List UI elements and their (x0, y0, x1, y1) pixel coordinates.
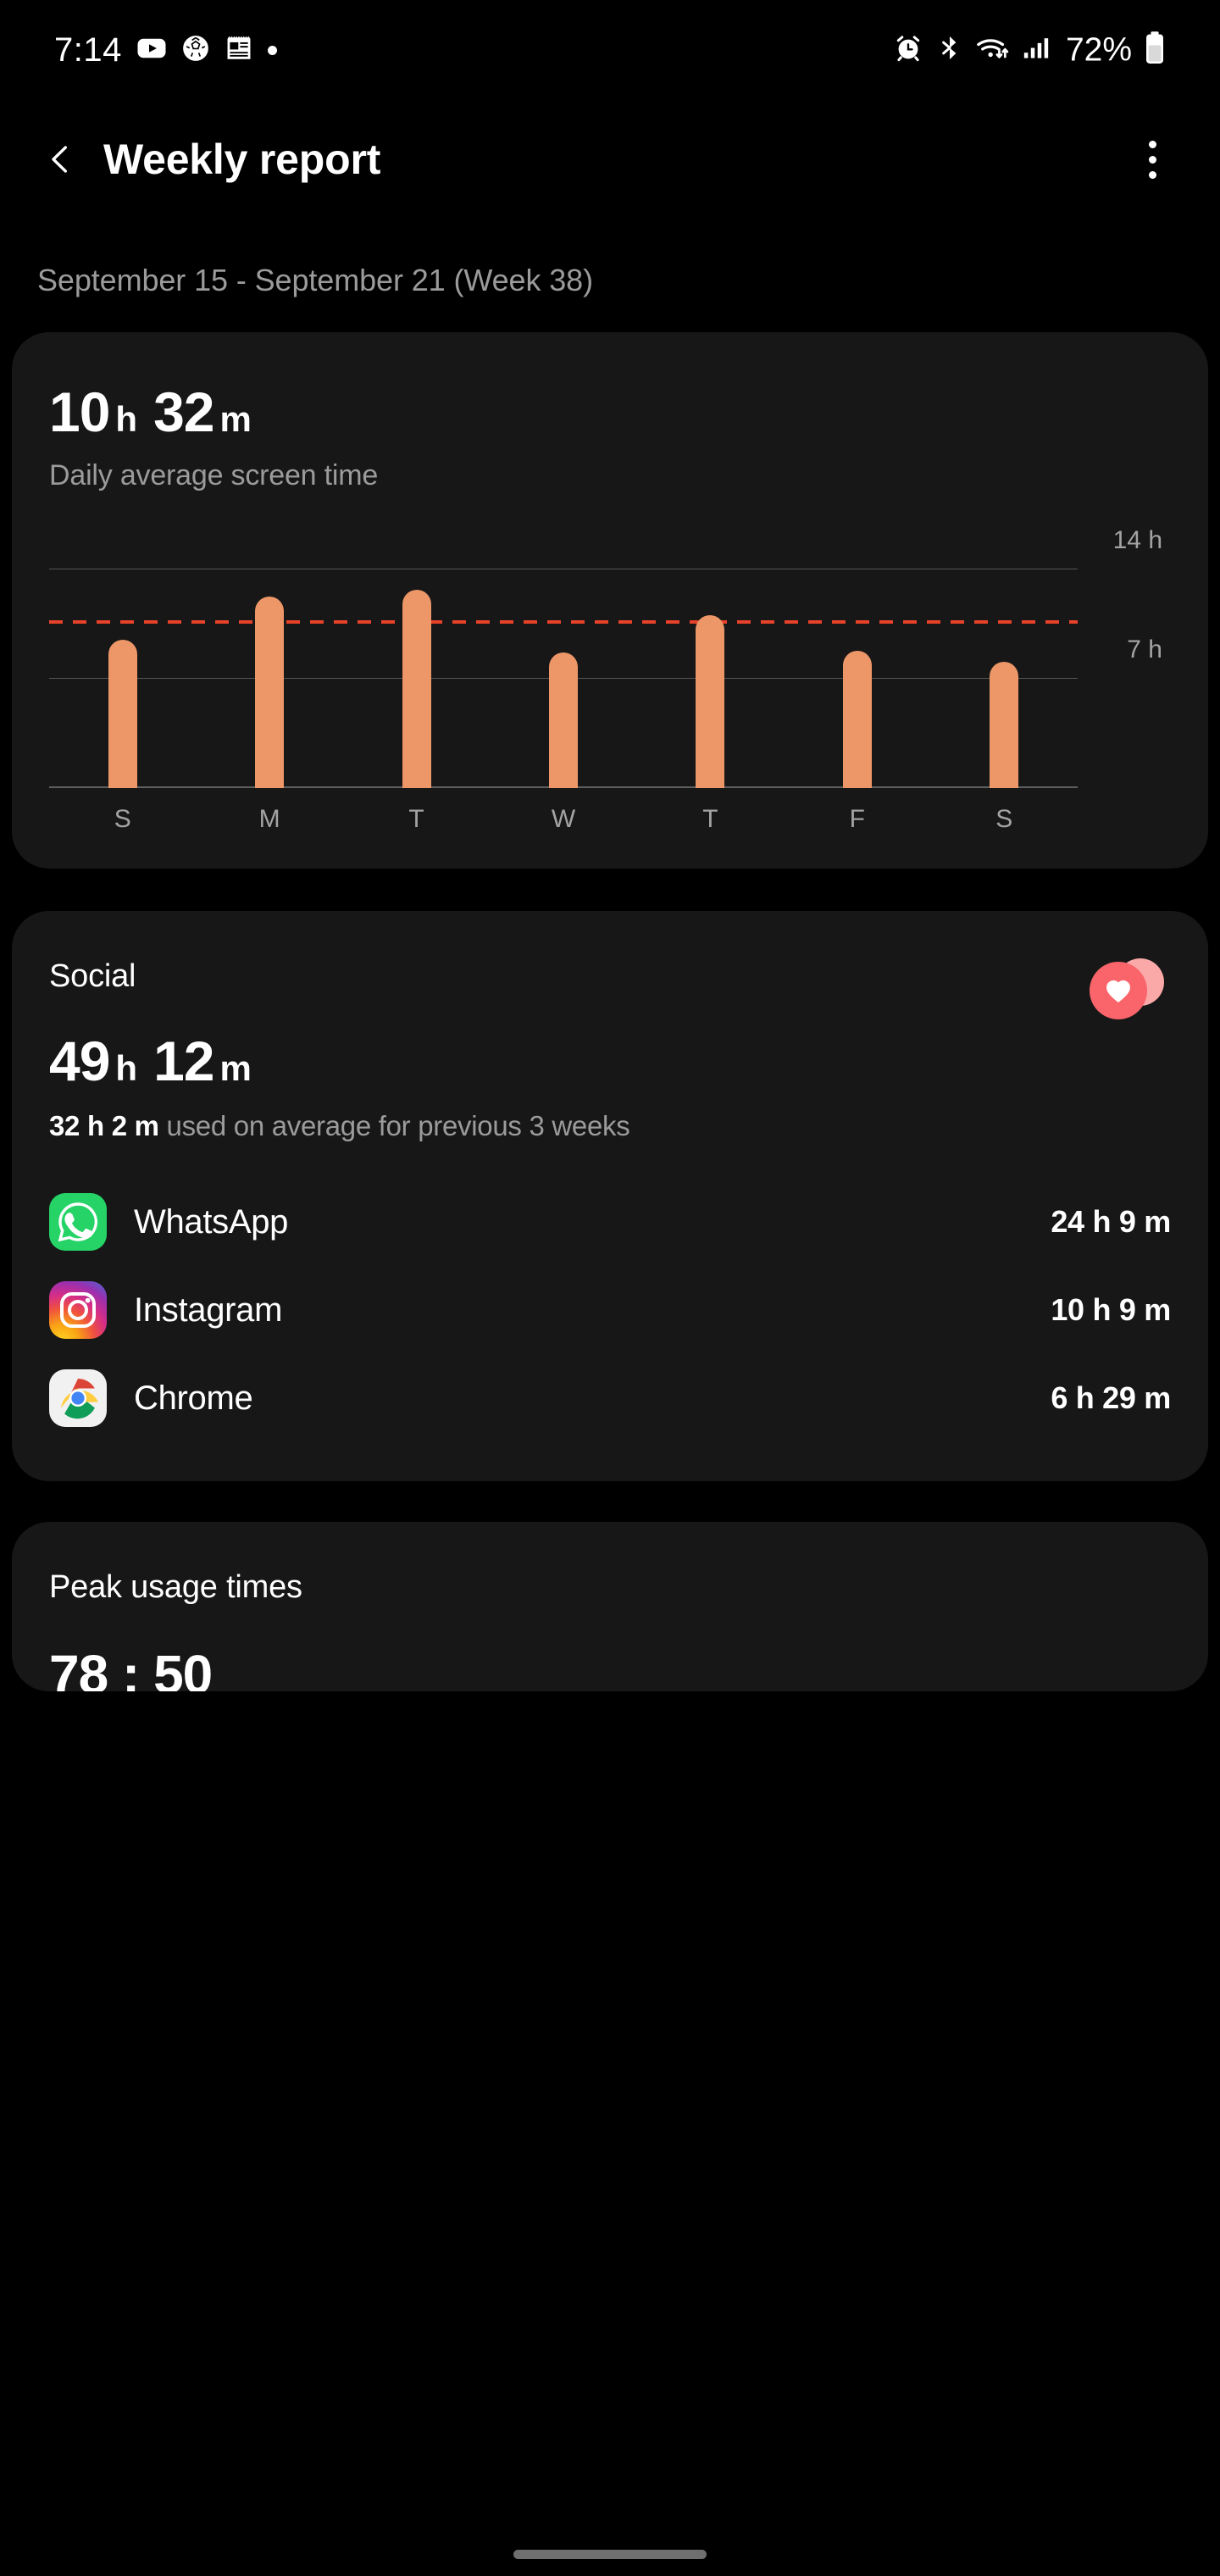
app-usage-row[interactable]: Chrome 6 h 29 m (12, 1354, 1208, 1442)
chart-bar-slot[interactable] (931, 545, 1078, 788)
chart-x-label: W (490, 805, 636, 834)
back-button[interactable] (34, 132, 88, 186)
daily-average-minutes: 32 (153, 380, 214, 444)
chart-x-label: T (343, 805, 490, 834)
news-icon (225, 34, 253, 67)
chart-bar[interactable] (402, 590, 431, 788)
social-category-title: Social (49, 958, 1171, 995)
social-hours-unit: h (115, 1048, 137, 1089)
football-icon (181, 34, 210, 67)
social-minutes: 12 (153, 1029, 214, 1093)
chart-bar-slot[interactable] (49, 545, 196, 788)
chart-x-axis-labels: SMTWTFS (49, 805, 1078, 834)
app-usage-row[interactable]: WhatsApp 24 h 9 m (12, 1178, 1208, 1266)
chart-bar[interactable] (549, 652, 578, 788)
social-hours: 49 (49, 1029, 109, 1093)
daily-average-metric: 10 h 32 m (49, 380, 1171, 444)
weekly-usage-chart[interactable]: 7 h14 h SMTWTFS (49, 545, 1171, 833)
chevron-left-icon (44, 142, 78, 176)
battery-percent: 72% (1066, 31, 1132, 69)
chart-bar-slot[interactable] (784, 545, 930, 788)
chart-bar[interactable] (990, 662, 1018, 788)
social-total-metric: 49 h 12 m (49, 1029, 1171, 1093)
home-gesture-pill[interactable] (513, 2550, 707, 2559)
date-range-label: September 15 - September 21 (Week 38) (0, 219, 1220, 298)
social-average-suffix: used on average for previous 3 weeks (159, 1110, 630, 1141)
chart-bar-slot[interactable] (637, 545, 784, 788)
peak-usage-value: 78 : 50 (49, 1643, 1171, 1691)
peak-usage-card[interactable]: Peak usage times 78 : 50 (12, 1522, 1208, 1691)
chart-bars (49, 545, 1078, 788)
instagram-icon (49, 1281, 107, 1339)
notification-dot-icon (268, 46, 277, 55)
more-vert-icon (1149, 156, 1156, 164)
more-vert-icon (1149, 171, 1156, 179)
chart-bar[interactable] (108, 640, 137, 788)
chrome-icon (49, 1369, 107, 1427)
chart-bar[interactable] (843, 651, 872, 788)
daily-average-hours-unit: h (115, 399, 137, 440)
youtube-icon (136, 33, 167, 68)
app-bar: Weekly report (0, 100, 1220, 219)
app-usage-row[interactable]: Instagram 10 h 9 m (12, 1266, 1208, 1354)
social-minutes-unit: m (220, 1048, 252, 1089)
chart-bar-slot[interactable] (490, 545, 636, 788)
chart-gridline-label: 14 h (1113, 526, 1162, 555)
app-usage-time: 10 h 9 m (1051, 1292, 1171, 1328)
chart-x-label: M (196, 805, 342, 834)
battery-icon (1144, 31, 1166, 69)
app-name: WhatsApp (134, 1203, 288, 1241)
bluetooth-icon (935, 34, 964, 67)
chart-x-label: T (637, 805, 784, 834)
chart-bar-slot[interactable] (343, 545, 490, 788)
system-navigation-bar (0, 2532, 1220, 2576)
alarm-icon (893, 33, 923, 68)
app-usage-time: 24 h 9 m (1051, 1204, 1171, 1240)
screen-time-card[interactable]: 10 h 32 m Daily average screen time 7 h1… (12, 332, 1208, 869)
chart-bar[interactable] (255, 597, 284, 788)
chart-x-label: F (784, 805, 930, 834)
whatsapp-icon (49, 1193, 107, 1251)
chart-bar[interactable] (696, 615, 724, 788)
daily-average-minutes-unit: m (220, 399, 252, 440)
page-title: Weekly report (103, 135, 380, 184)
status-bar-right: 72% (893, 31, 1166, 69)
chart-bar-slot[interactable] (196, 545, 342, 788)
wifi-icon (976, 33, 1010, 68)
app-name: Chrome (134, 1380, 252, 1418)
social-average-value: 32 h 2 m (49, 1110, 159, 1141)
daily-average-subtitle: Daily average screen time (49, 459, 1171, 492)
signal-icon (1022, 34, 1051, 67)
chart-x-label: S (931, 805, 1078, 834)
overflow-menu-button[interactable] (1128, 132, 1176, 186)
social-app-list: WhatsApp 24 h 9 m Instagram 10 h 9 m Chrome 6… (12, 1178, 1208, 1442)
more-vert-icon (1149, 141, 1156, 148)
chart-gridline-label: 7 h (1127, 636, 1162, 664)
social-card-header: Social 49 h 12 m 32 h 2 m used on averag… (12, 958, 1208, 1142)
chart-plot-area: 7 h14 h (49, 545, 1078, 788)
status-time: 7:14 (54, 31, 122, 69)
chart-x-label: S (49, 805, 196, 834)
social-heart-bubble-icon (1083, 947, 1171, 1035)
social-category-card[interactable]: Social 49 h 12 m 32 h 2 m used on averag… (12, 911, 1208, 1481)
peak-usage-title: Peak usage times (49, 1569, 1171, 1606)
daily-average-hours: 10 (49, 380, 109, 444)
app-usage-time: 6 h 29 m (1051, 1380, 1171, 1416)
app-name: Instagram (134, 1291, 282, 1330)
social-average-comparison: 32 h 2 m used on average for previous 3 … (49, 1110, 1171, 1142)
status-bar-left: 7:14 (54, 31, 277, 69)
status-bar: 7:14 72% (0, 0, 1220, 100)
